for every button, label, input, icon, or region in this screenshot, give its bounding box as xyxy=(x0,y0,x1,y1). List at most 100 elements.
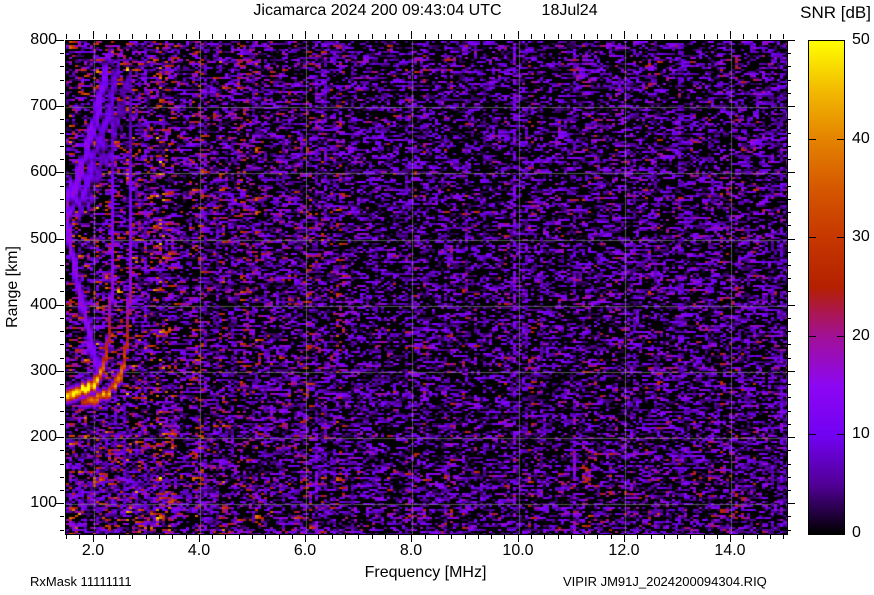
x-minor-tick xyxy=(239,534,240,539)
y-major-tick xyxy=(56,371,64,372)
y-minor-tick xyxy=(787,53,791,54)
x-minor-tick xyxy=(212,534,213,539)
colorbar-tick xyxy=(809,434,816,435)
y-minor-tick xyxy=(60,225,64,226)
y-major-tick xyxy=(787,503,795,504)
y-minor-tick xyxy=(60,291,64,292)
y-minor-tick xyxy=(787,477,791,478)
y-major-tick xyxy=(787,172,795,173)
y-major-tick xyxy=(56,239,64,240)
y-major-tick xyxy=(56,106,64,107)
x-minor-tick xyxy=(398,534,399,539)
x-minor-tick xyxy=(279,34,280,39)
x-minor-tick xyxy=(504,34,505,39)
x-minor-tick xyxy=(292,534,293,539)
x-minor-tick xyxy=(252,534,253,539)
y-major-tick xyxy=(787,371,795,372)
x-minor-tick xyxy=(345,34,346,39)
y-minor-tick xyxy=(60,278,64,279)
x-minor-tick xyxy=(544,534,545,539)
y-minor-tick xyxy=(60,146,64,147)
y-minor-tick xyxy=(60,424,64,425)
x-minor-tick xyxy=(79,34,80,39)
y-tick-label: 400 xyxy=(13,296,57,314)
x-minor-tick xyxy=(358,34,359,39)
x-minor-tick xyxy=(106,34,107,39)
x-minor-tick xyxy=(597,534,598,539)
y-tick-label: 800 xyxy=(13,31,57,49)
y-minor-tick xyxy=(60,119,64,120)
x-minor-tick xyxy=(743,34,744,39)
y-minor-tick xyxy=(787,225,791,226)
x-minor-tick xyxy=(558,534,559,539)
x-minor-tick xyxy=(225,34,226,39)
x-tick-label: 12.0 xyxy=(594,542,654,560)
colorbar-title: SNR [dB] xyxy=(800,3,871,23)
y-minor-tick xyxy=(787,146,791,147)
x-minor-tick xyxy=(491,534,492,539)
x-tick-label: 8.0 xyxy=(381,542,441,560)
y-minor-tick xyxy=(60,464,64,465)
colorbar-tick xyxy=(837,434,844,435)
y-major-tick xyxy=(787,239,795,240)
y-minor-tick xyxy=(787,358,791,359)
x-minor-tick xyxy=(212,34,213,39)
y-minor-tick xyxy=(60,450,64,451)
y-minor-tick xyxy=(60,66,64,67)
y-minor-tick xyxy=(787,490,791,491)
y-minor-tick xyxy=(60,80,64,81)
x-major-tick xyxy=(624,31,625,39)
x-minor-tick xyxy=(345,534,346,539)
x-minor-tick xyxy=(770,534,771,539)
x-minor-tick xyxy=(66,34,67,39)
x-minor-tick xyxy=(558,34,559,39)
x-minor-tick xyxy=(239,34,240,39)
y-minor-tick xyxy=(787,318,791,319)
y-tick-label: 600 xyxy=(13,163,57,181)
x-minor-tick xyxy=(783,534,784,539)
y-minor-tick xyxy=(60,265,64,266)
x-minor-tick xyxy=(677,534,678,539)
y-minor-tick xyxy=(60,358,64,359)
y-minor-tick xyxy=(60,477,64,478)
x-minor-tick xyxy=(690,534,691,539)
y-tick-label: 100 xyxy=(13,494,57,512)
x-major-tick xyxy=(624,534,625,542)
y-minor-tick xyxy=(60,530,64,531)
y-tick-label: 700 xyxy=(13,97,57,115)
y-major-tick xyxy=(56,305,64,306)
colorbar-tick-label: 50 xyxy=(852,31,874,49)
x-minor-tick xyxy=(186,34,187,39)
plot-date: 18Jul24 xyxy=(542,2,598,19)
y-minor-tick xyxy=(60,159,64,160)
x-minor-tick xyxy=(119,534,120,539)
x-minor-tick xyxy=(279,534,280,539)
x-minor-tick xyxy=(584,34,585,39)
y-minor-tick xyxy=(60,490,64,491)
x-tick-label: 4.0 xyxy=(169,542,229,560)
x-minor-tick xyxy=(265,34,266,39)
colorbar-tick-label: 0 xyxy=(852,524,874,542)
y-minor-tick xyxy=(60,212,64,213)
x-major-tick xyxy=(518,31,519,39)
x-minor-tick xyxy=(584,534,585,539)
x-minor-tick xyxy=(292,34,293,39)
x-minor-tick xyxy=(478,34,479,39)
x-major-tick xyxy=(730,534,731,542)
x-minor-tick xyxy=(571,534,572,539)
x-minor-tick xyxy=(159,534,160,539)
x-minor-tick xyxy=(186,534,187,539)
x-minor-tick xyxy=(757,34,758,39)
y-minor-tick xyxy=(787,186,791,187)
colorbar-tick xyxy=(837,139,844,140)
x-minor-tick xyxy=(478,534,479,539)
x-tick-label: 14.0 xyxy=(700,542,760,560)
y-major-tick xyxy=(787,106,795,107)
y-minor-tick xyxy=(60,331,64,332)
x-major-tick xyxy=(305,31,306,39)
y-major-tick xyxy=(56,40,64,41)
x-major-tick xyxy=(411,31,412,39)
x-minor-tick xyxy=(704,534,705,539)
x-major-tick xyxy=(730,31,731,39)
y-minor-tick xyxy=(60,318,64,319)
